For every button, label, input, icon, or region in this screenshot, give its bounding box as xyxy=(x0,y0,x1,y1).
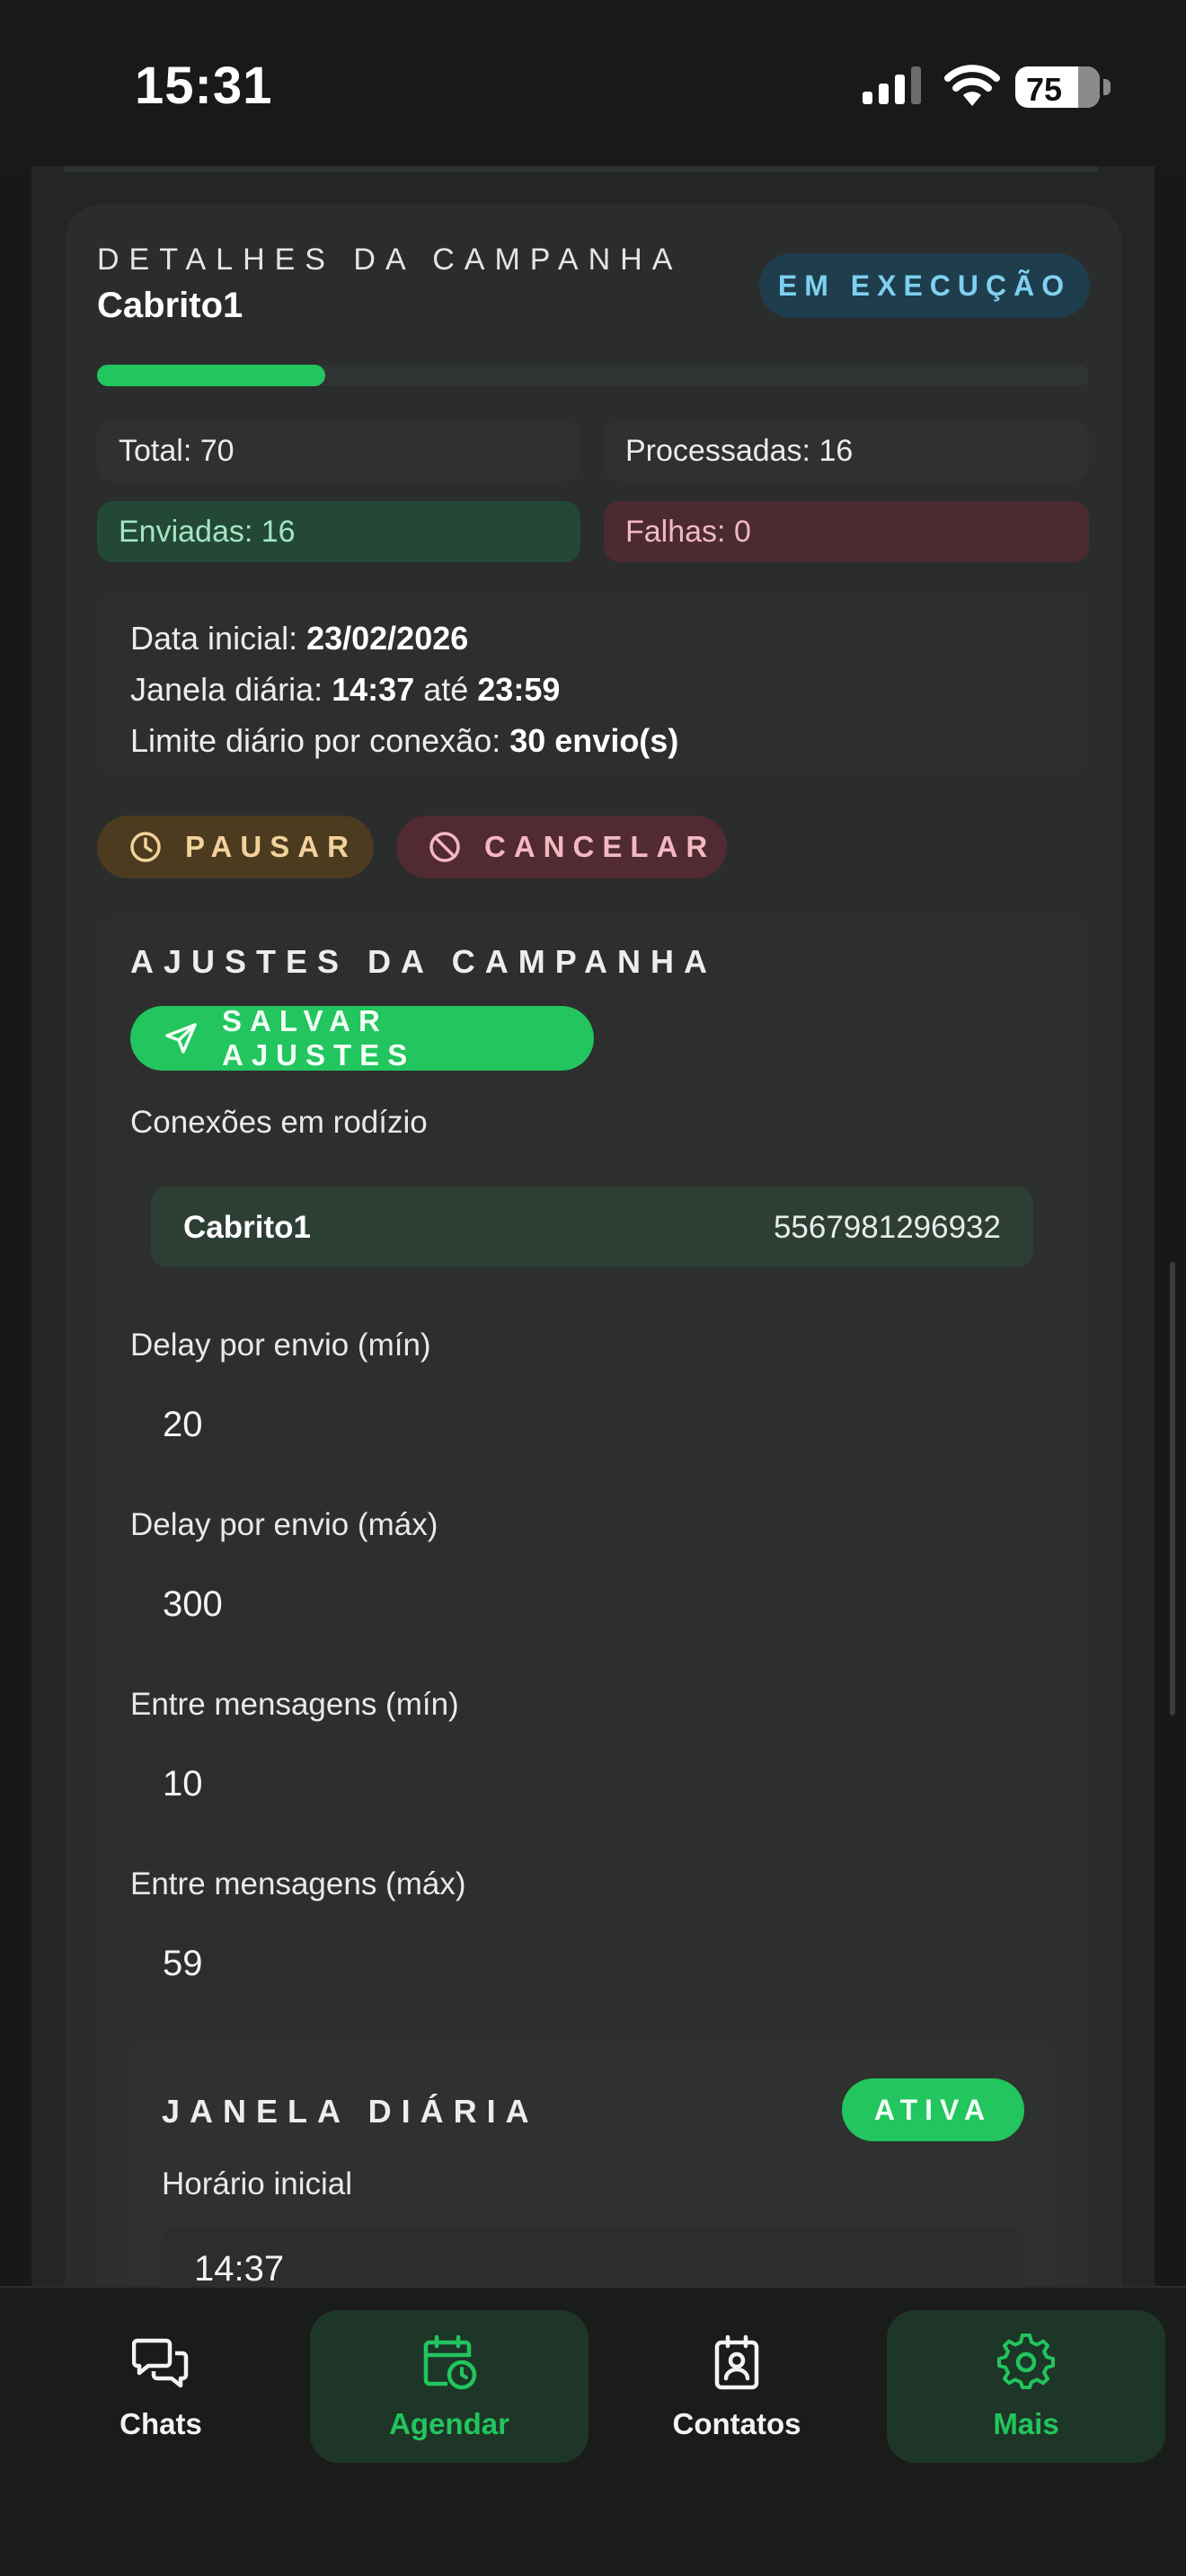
cancel-button[interactable]: CANCELAR xyxy=(396,816,727,878)
scrollbar[interactable] xyxy=(1170,1262,1175,1716)
tab-contatos[interactable]: Contatos xyxy=(597,2310,876,2463)
between-messages-min-input[interactable]: 10 xyxy=(130,1742,1056,1823)
save-adjustments-label: SALVAR AJUSTES xyxy=(222,1004,416,1072)
delay-min-value: 20 xyxy=(163,1405,203,1444)
between-messages-max-value: 59 xyxy=(163,1944,203,1983)
daily-limit-value: 30 envio(s) xyxy=(509,722,679,759)
tab-agendar[interactable]: Agendar xyxy=(310,2310,589,2463)
delay-max-label: Delay por envio (máx) xyxy=(130,1507,438,1542)
tab-mais[interactable]: Mais xyxy=(887,2310,1165,2463)
delay-max-value: 300 xyxy=(163,1584,223,1624)
pause-button[interactable]: PAUSAR xyxy=(97,816,374,878)
status-bar: 15:31 75 xyxy=(0,0,1186,171)
campaign-details-heading: DETALHES DA CAMPANHA xyxy=(97,243,683,277)
campaign-name: Cabrito1 xyxy=(97,286,243,325)
stat-processed: Processadas: 16 xyxy=(604,420,1089,481)
ban-icon xyxy=(429,832,460,862)
battery-icon: 75 xyxy=(1015,66,1100,108)
connection-item[interactable]: Cabrito1 5567981296932 xyxy=(151,1187,1033,1267)
between-messages-max-label: Entre mensagens (máx) xyxy=(130,1866,466,1901)
start-time-label: Horário inicial xyxy=(162,2166,353,2201)
tab-chats[interactable]: Chats xyxy=(22,2310,300,2463)
daily-window-status-toggle[interactable]: ATIVA xyxy=(842,2078,1024,2141)
send-icon xyxy=(165,1023,197,1054)
connections-label: Conexões em rodízio xyxy=(130,1105,428,1140)
adjustments-title: AJUSTES DA CAMPANHA xyxy=(130,943,718,980)
delay-min-label: Delay por envio (mín) xyxy=(130,1328,431,1363)
start-date-value: 23/02/2026 xyxy=(306,620,469,657)
signal-icon xyxy=(863,66,921,104)
calendar-clock-icon xyxy=(423,2334,477,2390)
connection-name: Cabrito1 xyxy=(183,1210,311,1245)
daily-window-separator: até xyxy=(414,671,478,708)
chat-icon xyxy=(132,2338,189,2388)
cancel-button-label: CANCELAR xyxy=(484,830,716,863)
campaign-progress-bar xyxy=(97,365,1089,386)
daily-window-title: JANELA DIÁRIA xyxy=(162,2093,539,2130)
daily-window-label: Janela diária: xyxy=(130,671,332,708)
stat-total: Total: 70 xyxy=(97,420,580,481)
contact-card-icon xyxy=(714,2334,759,2390)
tab-contatos-label: Contatos xyxy=(672,2407,801,2440)
start-date-label: Data inicial: xyxy=(130,620,307,657)
campaign-status-badge: EM EXECUÇÃO xyxy=(759,253,1090,318)
daily-window-end: 23:59 xyxy=(477,671,561,708)
start-date-line: Data inicial: 23/02/2026 xyxy=(130,620,468,657)
stat-failed: Falhas: 0 xyxy=(604,501,1089,562)
clock-icon xyxy=(130,832,161,862)
status-time: 15:31 xyxy=(135,57,273,115)
daily-window-line: Janela diária: 14:37 até 23:59 xyxy=(130,671,560,709)
tab-agendar-label: Agendar xyxy=(389,2407,509,2440)
daily-limit-label: Limite diário por conexão: xyxy=(130,722,510,759)
previous-card-edge xyxy=(65,166,1098,172)
between-messages-max-input[interactable]: 59 xyxy=(130,1922,1056,2003)
delay-min-input[interactable]: 20 xyxy=(130,1383,1056,1464)
battery-tip xyxy=(1103,79,1111,95)
between-messages-min-value: 10 xyxy=(163,1764,203,1804)
campaign-progress-fill xyxy=(97,365,325,386)
start-time-value: 14:37 xyxy=(194,2249,285,2289)
stat-sent: Enviadas: 16 xyxy=(97,501,580,562)
delay-max-input[interactable]: 300 xyxy=(130,1563,1056,1644)
gear-icon xyxy=(997,2333,1055,2390)
pause-button-label: PAUSAR xyxy=(185,830,357,863)
tab-mais-label: Mais xyxy=(993,2407,1059,2440)
wifi-icon xyxy=(944,65,1000,106)
save-adjustments-button[interactable]: SALVAR AJUSTES xyxy=(130,1004,594,1072)
tab-chats-label: Chats xyxy=(119,2407,202,2440)
battery-level: 75 xyxy=(1026,71,1063,108)
connection-phone: 5567981296932 xyxy=(773,1210,1001,1245)
daily-window-start: 14:37 xyxy=(332,671,415,708)
between-messages-min-label: Entre mensagens (mín) xyxy=(130,1687,459,1722)
daily-limit-line: Limite diário por conexão: 30 envio(s) xyxy=(130,722,678,760)
